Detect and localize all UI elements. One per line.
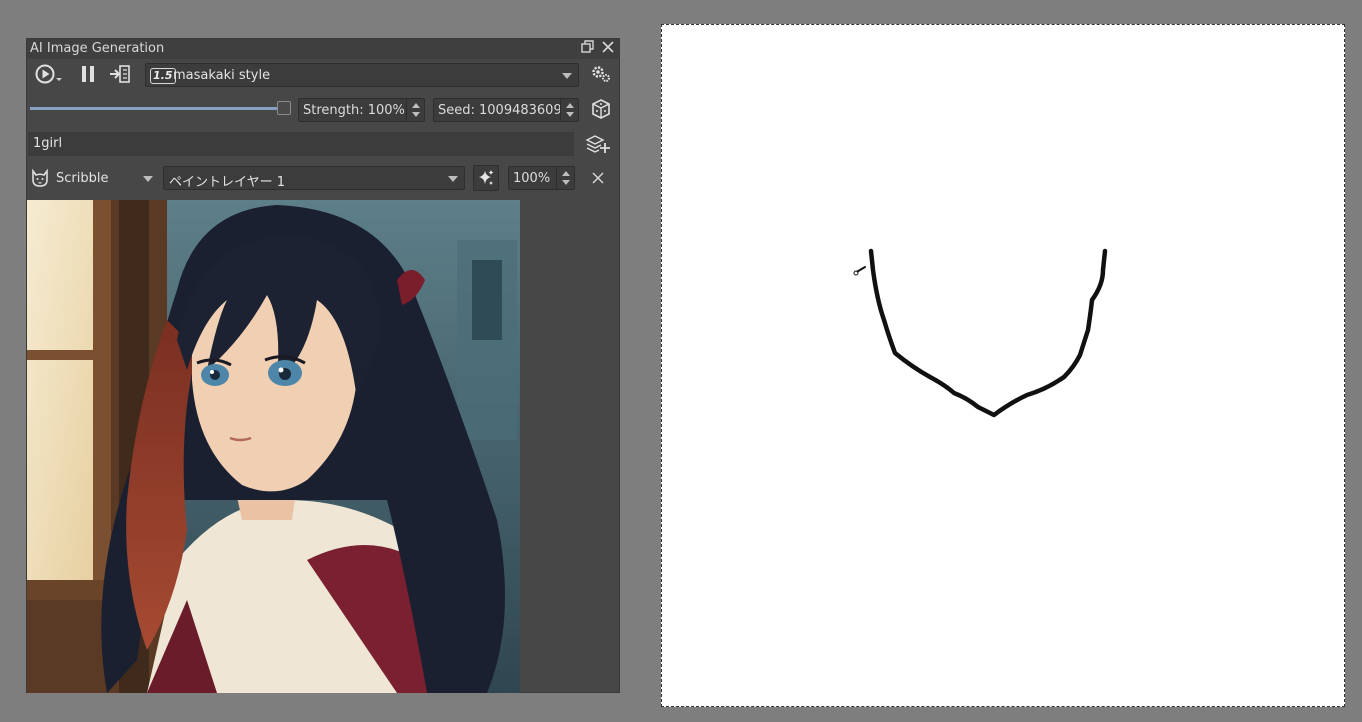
toolbar-row: 1.5 masakaki style [27, 62, 619, 88]
generate-button[interactable] [33, 62, 65, 86]
close-icon [591, 171, 605, 185]
seed-value: Seed: 1009483609 [438, 103, 562, 118]
spin-down-icon[interactable] [562, 180, 570, 185]
strength-value: Strength: 100% [303, 103, 405, 118]
prompt-input[interactable]: 1girl [28, 132, 574, 156]
docker-title: AI Image Generation [30, 41, 165, 56]
chevron-down-icon [143, 176, 153, 182]
seed-spinbox[interactable]: Seed: 1009483609 [433, 98, 579, 122]
chevron-down-icon [448, 176, 458, 182]
ai-image-generation-docker: AI Image Generation 1.5 masakaki style S… [26, 38, 620, 693]
strength-slider[interactable] [27, 98, 293, 122]
control-strength-spinbox[interactable]: 100% [508, 166, 575, 190]
dice-icon [591, 99, 611, 119]
model-style-select[interactable]: 1.5 masakaki style [145, 63, 579, 87]
brush-cursor-icon [853, 265, 867, 277]
play-circle-icon [34, 63, 64, 85]
control-layer-select[interactable]: ペイントレイヤー 1 [163, 166, 465, 190]
random-seed-button[interactable] [588, 97, 614, 121]
spin-up-icon[interactable] [412, 103, 420, 108]
close-icon[interactable] [601, 40, 617, 56]
spin-up-icon[interactable] [562, 171, 570, 176]
control-layer-row: Scribble ペイントレイヤー 1 100% [27, 165, 619, 191]
pause-icon [80, 65, 96, 83]
insert-result-icon [109, 64, 131, 84]
control-strength-value: 100% [513, 171, 551, 186]
spin-divider [406, 99, 407, 121]
settings-button[interactable] [588, 62, 614, 86]
generated-image [27, 200, 520, 693]
strength-spinbox[interactable]: Strength: 100% [298, 98, 425, 122]
control-from-image-button[interactable] [473, 165, 499, 191]
scribble-stroke [868, 248, 1108, 418]
spin-divider [556, 167, 557, 189]
model-version-badge: 1.5 [150, 68, 176, 84]
drawing-canvas[interactable] [661, 24, 1345, 707]
pause-button[interactable] [75, 62, 101, 86]
apply-result-button[interactable] [107, 62, 133, 86]
strength-slider-handle[interactable] [277, 101, 291, 115]
strength-row: Strength: 100% Seed: 1009483609 [27, 98, 619, 122]
spin-down-icon[interactable] [412, 112, 420, 117]
restore-window-icon[interactable] [581, 40, 597, 56]
strength-slider-track [30, 107, 280, 110]
sparkle-icon [477, 169, 495, 187]
control-type-label: Scribble [56, 171, 109, 186]
chevron-down-icon [562, 73, 572, 79]
generated-image-preview[interactable] [27, 200, 520, 693]
spin-up-icon[interactable] [566, 103, 574, 108]
settings-gears-icon [590, 64, 612, 84]
model-style-name: masakaki style [173, 68, 271, 83]
spin-down-icon[interactable] [566, 112, 574, 117]
remove-control-button[interactable] [585, 166, 611, 190]
add-control-layer-icon [585, 133, 611, 155]
spin-divider [560, 99, 561, 121]
control-type-select[interactable]: Scribble [28, 166, 158, 190]
add-control-layer-button[interactable] [585, 132, 611, 156]
scribble-cat-icon [30, 168, 50, 188]
docker-titlebar: AI Image Generation [27, 39, 619, 59]
control-layer-name: ペイントレイヤー 1 [169, 175, 286, 190]
